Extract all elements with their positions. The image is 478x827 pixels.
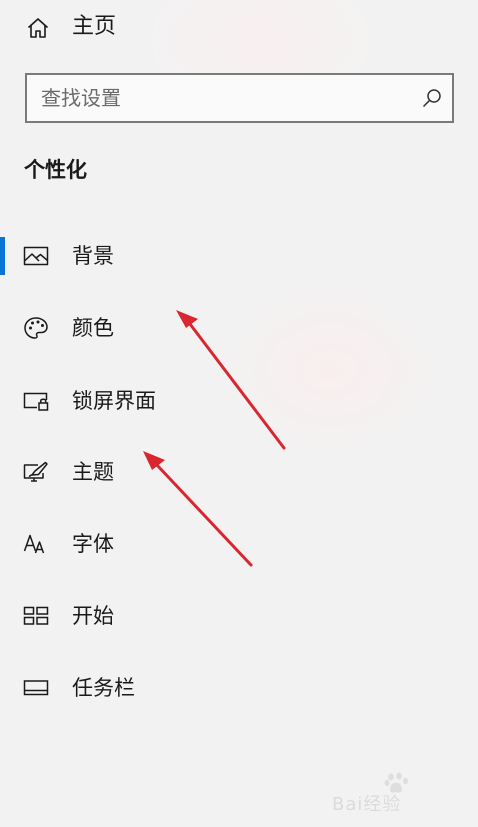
watermark-text: Bai经验 [332,794,402,815]
home-nav-item[interactable]: 主页 [0,0,478,56]
font-icon [23,532,49,556]
theme-brush-icon [23,460,49,484]
nav-item-label: 主题 [72,460,114,484]
picture-icon [23,244,49,268]
nav-item-label: 开始 [72,604,114,628]
home-icon [26,16,50,40]
nav-item-background[interactable]: 背景 [0,228,478,284]
nav-item-fonts[interactable]: 字体 [0,516,478,572]
nav-item-label: 锁屏界面 [72,389,156,413]
nav-item-themes[interactable]: 主题 [0,444,478,500]
selected-indicator [0,237,5,275]
search-icon[interactable] [420,86,444,110]
nav-item-label: 字体 [72,532,114,556]
home-label: 主页 [72,14,117,39]
search-input[interactable] [27,75,421,121]
search-box [25,73,454,123]
nav-item-lock-screen[interactable]: 锁屏界面 [0,373,478,429]
nav-item-label: 任务栏 [72,676,135,700]
nav-item-colors[interactable]: 颜色 [0,300,478,356]
palette-icon [23,316,49,340]
nav-item-start[interactable]: 开始 [0,588,478,644]
section-title: 个性化 [24,158,87,182]
taskbar-icon [23,676,49,700]
start-tiles-icon [23,604,49,628]
nav-item-label: 背景 [72,244,114,268]
settings-personalization-sidebar: 主页 个性化 背景 [0,0,478,827]
baidu-jingyan-watermark: Bai经验 [332,772,462,820]
nav-item-label: 颜色 [72,316,114,340]
lock-screen-icon [23,389,49,413]
nav-item-taskbar[interactable]: 任务栏 [0,660,478,716]
